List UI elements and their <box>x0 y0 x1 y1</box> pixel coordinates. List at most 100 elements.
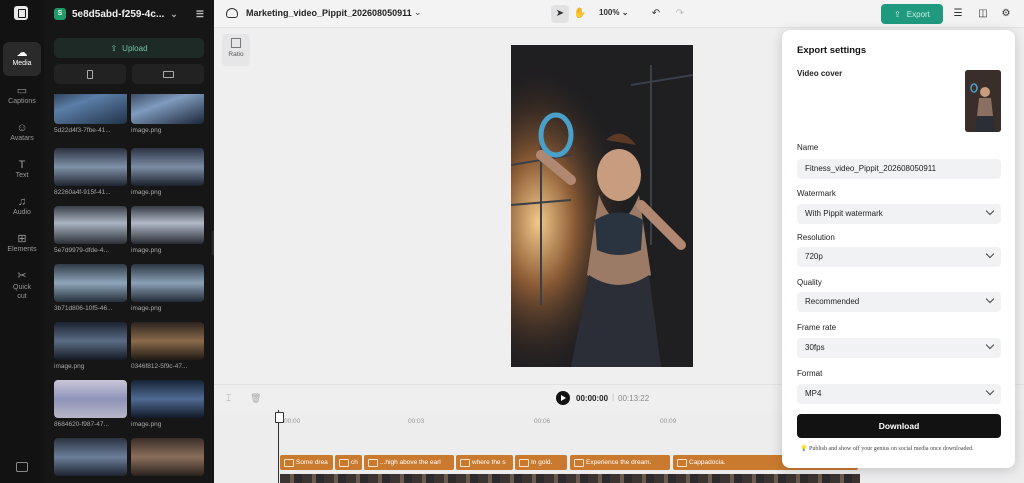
quality-value: Recommended <box>805 297 860 306</box>
chevron-down-icon <box>985 249 995 259</box>
scissors-icon: ✂ <box>17 270 27 282</box>
media-thumbnail <box>131 264 204 302</box>
media-caption: 3b71d806-10f5-46... <box>54 305 113 312</box>
ruler-tick: 00:03 <box>408 418 425 425</box>
chevron-down-icon: ⌄ <box>621 8 629 17</box>
chevron-down-icon <box>985 340 995 350</box>
upload-icon: ⇧ <box>110 43 118 53</box>
split-icon[interactable]: ⌶ <box>226 393 231 404</box>
media-thumbnail <box>54 380 127 418</box>
frame-rate-select[interactable]: 30fps <box>797 338 1001 358</box>
media-item[interactable] <box>131 438 204 479</box>
media-item[interactable] <box>54 438 127 479</box>
media-item[interactable]: 3b71d806-10f5-46... <box>54 264 127 312</box>
rail-audio[interactable]: ♫ Audio <box>3 191 41 225</box>
media-item[interactable]: image.png <box>131 264 204 312</box>
caption-clip[interactable]: Experience the dream. <box>570 455 670 470</box>
ruler-tick: 00:00 <box>284 418 301 425</box>
cloud-icon: ☁ <box>16 47 28 59</box>
zoom-value: 100% <box>599 8 620 17</box>
caption-clip[interactable]: where the s <box>456 455 513 470</box>
play-button[interactable] <box>556 391 570 405</box>
layers-icon[interactable]: ☰ <box>949 5 967 23</box>
select-tool-icon[interactable]: ➤ <box>551 5 569 23</box>
video-cover-label: Video cover <box>797 69 843 78</box>
format-label: Format <box>797 369 823 378</box>
media-thumbnail <box>131 206 204 244</box>
rail-media[interactable]: ☁ Media <box>3 42 41 76</box>
caption-clip[interactable]: ...high above the earl <box>364 455 454 470</box>
project-switcher[interactable]: S 5e8d5abd-f259-4c... ⌄ ☰ <box>54 6 204 22</box>
trash-icon[interactable]: 🗑 <box>250 393 261 404</box>
video-cover-thumbnail[interactable] <box>965 70 1001 132</box>
chevron-down-icon <box>985 386 995 396</box>
media-thumbnail <box>54 264 127 302</box>
video-preview[interactable] <box>511 45 693 367</box>
media-thumbnail <box>54 148 127 186</box>
media-item[interactable]: 82260a4f-915f-41... <box>54 148 127 196</box>
media-caption: image.png <box>131 127 162 134</box>
upload-button[interactable]: ⇧ Upload <box>54 38 204 58</box>
media-thumbnail <box>131 94 204 124</box>
media-caption: 5e7d9979-dfde-4... <box>54 247 109 254</box>
media-caption: image.png <box>131 305 162 312</box>
chevron-down-icon <box>985 206 995 216</box>
media-caption: image.png <box>131 247 162 254</box>
phone-view-button[interactable] <box>54 64 126 84</box>
name-input[interactable]: Fitness_video_Pippit_202608050911 <box>797 159 1001 179</box>
caption-clip[interactable]: Some drea <box>280 455 333 470</box>
rail-quickcut[interactable]: ✂ Quick cut <box>3 265 41 307</box>
rail-label: Audio <box>13 209 31 216</box>
current-time: 00:00:00 <box>576 394 609 403</box>
rail-elements[interactable]: ⊞ Elements <box>3 228 41 262</box>
elements-icon: ⊞ <box>17 233 27 245</box>
phone-icon <box>87 69 93 79</box>
redo-icon[interactable]: ↷ <box>671 5 689 23</box>
name-label: Name <box>797 143 819 152</box>
media-item[interactable]: image.png <box>131 94 204 134</box>
quality-label: Quality <box>797 278 822 287</box>
export-icon: ⇪ <box>894 9 901 19</box>
format-select[interactable]: MP4 <box>797 384 1001 404</box>
video-track[interactable] <box>280 474 860 483</box>
rail-label: Quick cut <box>13 284 31 300</box>
zoom-level[interactable]: 100% ⌄ <box>599 8 628 17</box>
panel-toggle-icon[interactable]: ◫ <box>974 5 992 23</box>
undo-icon[interactable]: ↶ <box>647 5 665 23</box>
media-item[interactable]: image.png <box>131 380 204 428</box>
playhead[interactable] <box>275 410 284 483</box>
media-item[interactable]: 0346f812-5f9c-47... <box>131 322 204 370</box>
caption-clip[interactable]: ch <box>335 455 362 470</box>
media-caption: image.png <box>54 363 85 370</box>
download-hint: 💡 Publish and show off your genius on so… <box>800 445 974 452</box>
gear-icon[interactable]: ⚙ <box>997 5 1015 23</box>
hand-tool-icon[interactable]: ✋ <box>571 5 589 23</box>
download-button[interactable]: Download <box>797 414 1001 438</box>
media-item[interactable]: image.png <box>131 148 204 196</box>
media-item[interactable]: 5e7d9979-dfde-4... <box>54 206 127 254</box>
ratio-button[interactable]: Ratio <box>222 34 250 66</box>
rail-captions[interactable]: ▭ Captions <box>3 80 41 114</box>
frame-rate-label: Frame rate <box>797 323 837 332</box>
watermark-select[interactable]: With Pippit watermark <box>797 204 1001 224</box>
media-item[interactable]: image.png <box>131 206 204 254</box>
resolution-select[interactable]: 720p <box>797 247 1001 267</box>
ruler-tick: 00:09 <box>660 418 677 425</box>
keyboard-icon[interactable] <box>16 462 28 472</box>
media-item[interactable]: image.png <box>54 322 127 370</box>
hint-text: Publish and show off your genius on soci… <box>808 446 974 452</box>
media-item[interactable]: 5d22d4f3-7fbe-41... <box>54 94 127 134</box>
export-button[interactable]: ⇪ Export <box>881 4 943 24</box>
media-thumbnail <box>131 148 204 186</box>
screen-view-button[interactable] <box>132 64 204 84</box>
caption-clip[interactable]: In gold. <box>515 455 567 470</box>
rail-avatars[interactable]: ☺ Avatars <box>3 117 41 151</box>
chevron-down-icon[interactable]: ⌄ <box>414 7 422 18</box>
media-item[interactable]: 8684620-f987-47... <box>54 380 127 428</box>
app-logo-icon[interactable] <box>14 6 28 20</box>
quality-select[interactable]: Recommended <box>797 292 1001 312</box>
project-title[interactable]: Marketing_video_Pippit_202608050911 <box>246 8 412 18</box>
media-caption: image.png <box>131 189 162 196</box>
sort-icon[interactable]: ☰ <box>196 9 204 20</box>
rail-text[interactable]: T Text <box>3 154 41 188</box>
